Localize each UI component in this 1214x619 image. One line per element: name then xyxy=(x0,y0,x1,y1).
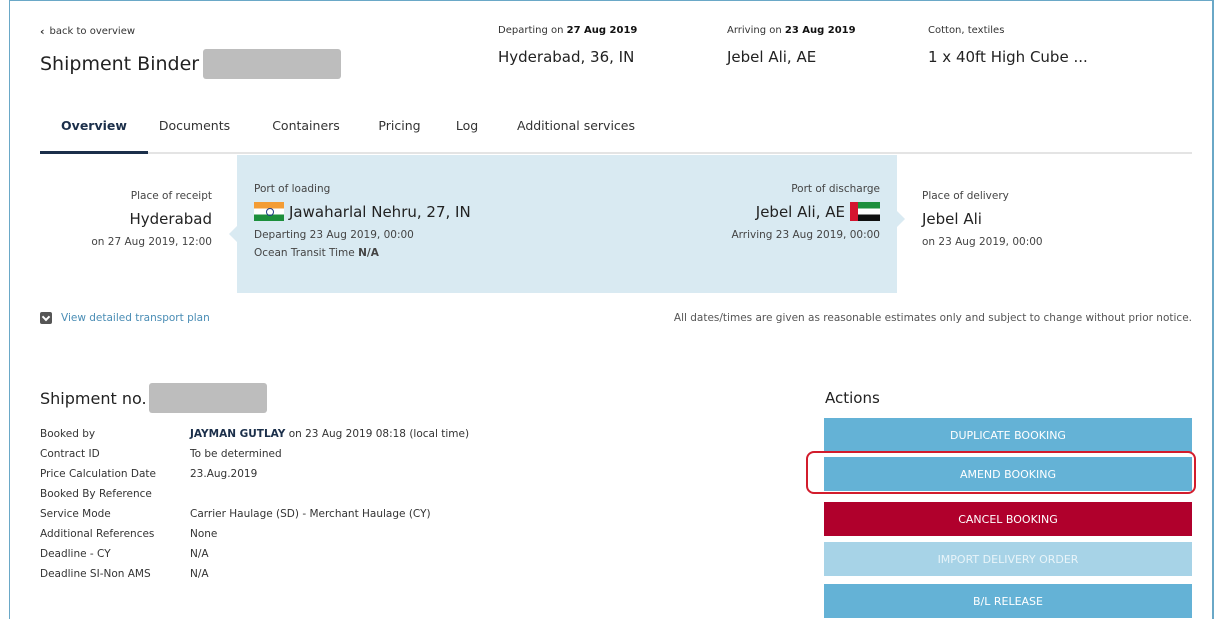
shipment-title: Shipment no. xyxy=(40,388,147,408)
shipment-number: Shipment no. xyxy=(40,383,267,413)
tab-bar: Overview Documents Containers Pricing Lo… xyxy=(40,110,1192,154)
duplicate-booking-button[interactable]: DUPLICATE BOOKING xyxy=(824,418,1192,452)
tab-additional-services[interactable]: Additional services xyxy=(506,110,646,154)
port-of-loading: Port of loading Jawaharlal Nehru, 27, IN… xyxy=(254,183,471,259)
tab-containers[interactable]: Containers xyxy=(241,110,371,154)
place-of-receipt: Place of receipt Hyderabad on 27 Aug 201… xyxy=(40,155,212,248)
detail-value: Carrier Haulage (SD) - Merchant Haulage … xyxy=(190,508,431,520)
transit-label: Ocean Transit Time xyxy=(254,247,355,259)
detail-label: Price Calculation Date xyxy=(40,468,156,480)
detail-value: N/A xyxy=(190,548,209,560)
transport-route: Place of receipt Hyderabad on 27 Aug 201… xyxy=(40,155,1192,293)
amend-booking-highlight xyxy=(806,451,1196,494)
departing-label: Departing on xyxy=(498,25,564,36)
cargo-label: Cotton, textiles xyxy=(928,25,1005,36)
detail-label: Booked By Reference xyxy=(40,488,152,500)
detail-label: Service Mode xyxy=(40,508,111,520)
arriving-value: Jebel Ali, AE xyxy=(727,48,817,66)
page-title-text: Shipment Binder xyxy=(40,53,200,75)
cargo-value: 1 x 40ft High Cube ... xyxy=(928,48,1088,66)
discharge-label: Port of discharge xyxy=(791,183,880,195)
delivery-date: on 23 Aug 2019, 00:00 xyxy=(922,236,1043,248)
tab-documents[interactable]: Documents xyxy=(148,110,241,154)
detail-row: Service Mode Carrier Haulage (SD) - Merch… xyxy=(40,504,469,524)
loading-departing: Departing 23 Aug 2019, 00:00 xyxy=(254,229,414,241)
detail-label: Additional References xyxy=(40,528,155,540)
departing-value: Hyderabad, 36, IN xyxy=(498,48,635,66)
back-label: back to overview xyxy=(49,26,136,37)
bl-release-button[interactable]: B/L RELEASE xyxy=(824,584,1192,618)
detail-row: Deadline - CY N/A xyxy=(40,544,469,564)
tab-overview[interactable]: Overview xyxy=(40,110,148,154)
delivery-place: Jebel Ali xyxy=(922,210,982,228)
booked-by-name: JAYMAN GUTLAY xyxy=(190,428,286,440)
detail-value: None xyxy=(190,528,218,540)
page-title: Shipment Binder xyxy=(40,49,342,79)
disclaimer-text: All dates/times are given as reasonable … xyxy=(673,312,1192,324)
detail-row: Booked by JAYMAN GUTLAY on 23 Aug 2019 08… xyxy=(40,424,469,444)
port-of-discharge: Port of discharge Jebel Ali, AE Arriving… xyxy=(731,183,880,241)
detail-row: Contract ID To be determined xyxy=(40,444,469,464)
departing-date: 27 Aug 2019 xyxy=(566,25,638,36)
receipt-place: Hyderabad xyxy=(129,210,213,228)
chevron-left-icon: ‹ xyxy=(40,25,45,38)
transit-value: N/A xyxy=(358,247,379,259)
ocean-leg-panel: Port of loading Jawaharlal Nehru, 27, IN… xyxy=(229,155,905,293)
receipt-label: Place of receipt xyxy=(130,190,212,202)
detail-row: Additional References None xyxy=(40,524,469,544)
discharge-arriving: Arriving 23 Aug 2019, 00:00 xyxy=(731,229,880,241)
delivery-label: Place of delivery xyxy=(922,190,1009,202)
tab-pricing[interactable]: Pricing xyxy=(371,110,428,154)
detail-row: Price Calculation Date 23.Aug.2019 xyxy=(40,464,469,484)
actions-title: Actions xyxy=(825,389,880,407)
detail-value: on 23 Aug 2019 08:18 (local time) xyxy=(285,428,470,440)
arriving-summary: Arriving on 23 Aug 2019 Jebel Ali, AE xyxy=(727,25,856,66)
receipt-date: on 27 Aug 2019, 12:00 xyxy=(91,236,212,248)
discharge-place: Jebel Ali, AE xyxy=(755,202,845,221)
back-link[interactable]: ‹ back to overview xyxy=(40,25,135,38)
loading-label: Port of loading xyxy=(254,183,331,195)
detail-value: 23.Aug.2019 xyxy=(190,468,258,480)
arriving-date: 23 Aug 2019 xyxy=(784,25,856,36)
tab-log[interactable]: Log xyxy=(428,110,506,154)
chevron-down-box-icon xyxy=(40,312,52,324)
departing-summary: Departing on 27 Aug 2019 Hyderabad, 36, … xyxy=(498,25,637,66)
uae-flag-icon xyxy=(850,202,880,221)
detail-label: Deadline - CY xyxy=(40,548,111,560)
detail-label: Contract ID xyxy=(40,448,100,460)
india-flag-icon xyxy=(254,202,284,221)
view-plan-label: View detailed transport plan xyxy=(61,312,210,324)
place-of-delivery: Place of delivery Jebel Ali on 23 Aug 20… xyxy=(922,190,1043,248)
redacted-shipment-number xyxy=(148,383,267,413)
detail-label: Deadline SI-Non AMS xyxy=(40,568,151,580)
detail-label: Booked by xyxy=(40,428,96,440)
redacted-id xyxy=(203,49,342,79)
cargo-summary: Cotton, textiles 1 x 40ft High Cube ... xyxy=(928,25,1088,66)
import-delivery-order-button: IMPORT DELIVERY ORDER xyxy=(824,542,1192,576)
arriving-label: Arriving on xyxy=(727,25,782,36)
detail-row: Booked By Reference xyxy=(40,484,469,504)
view-transport-plan-link[interactable]: View detailed transport plan xyxy=(40,312,210,324)
loading-place: Jawaharlal Nehru, 27, IN xyxy=(289,202,471,221)
cancel-booking-button[interactable]: CANCEL BOOKING xyxy=(824,502,1192,536)
shipment-details: Booked by JAYMAN GUTLAY on 23 Aug 2019 08… xyxy=(40,424,469,584)
detail-value: To be determined xyxy=(190,448,282,460)
detail-value: N/A xyxy=(190,568,209,580)
detail-row: Deadline SI-Non AMS N/A xyxy=(40,564,469,584)
